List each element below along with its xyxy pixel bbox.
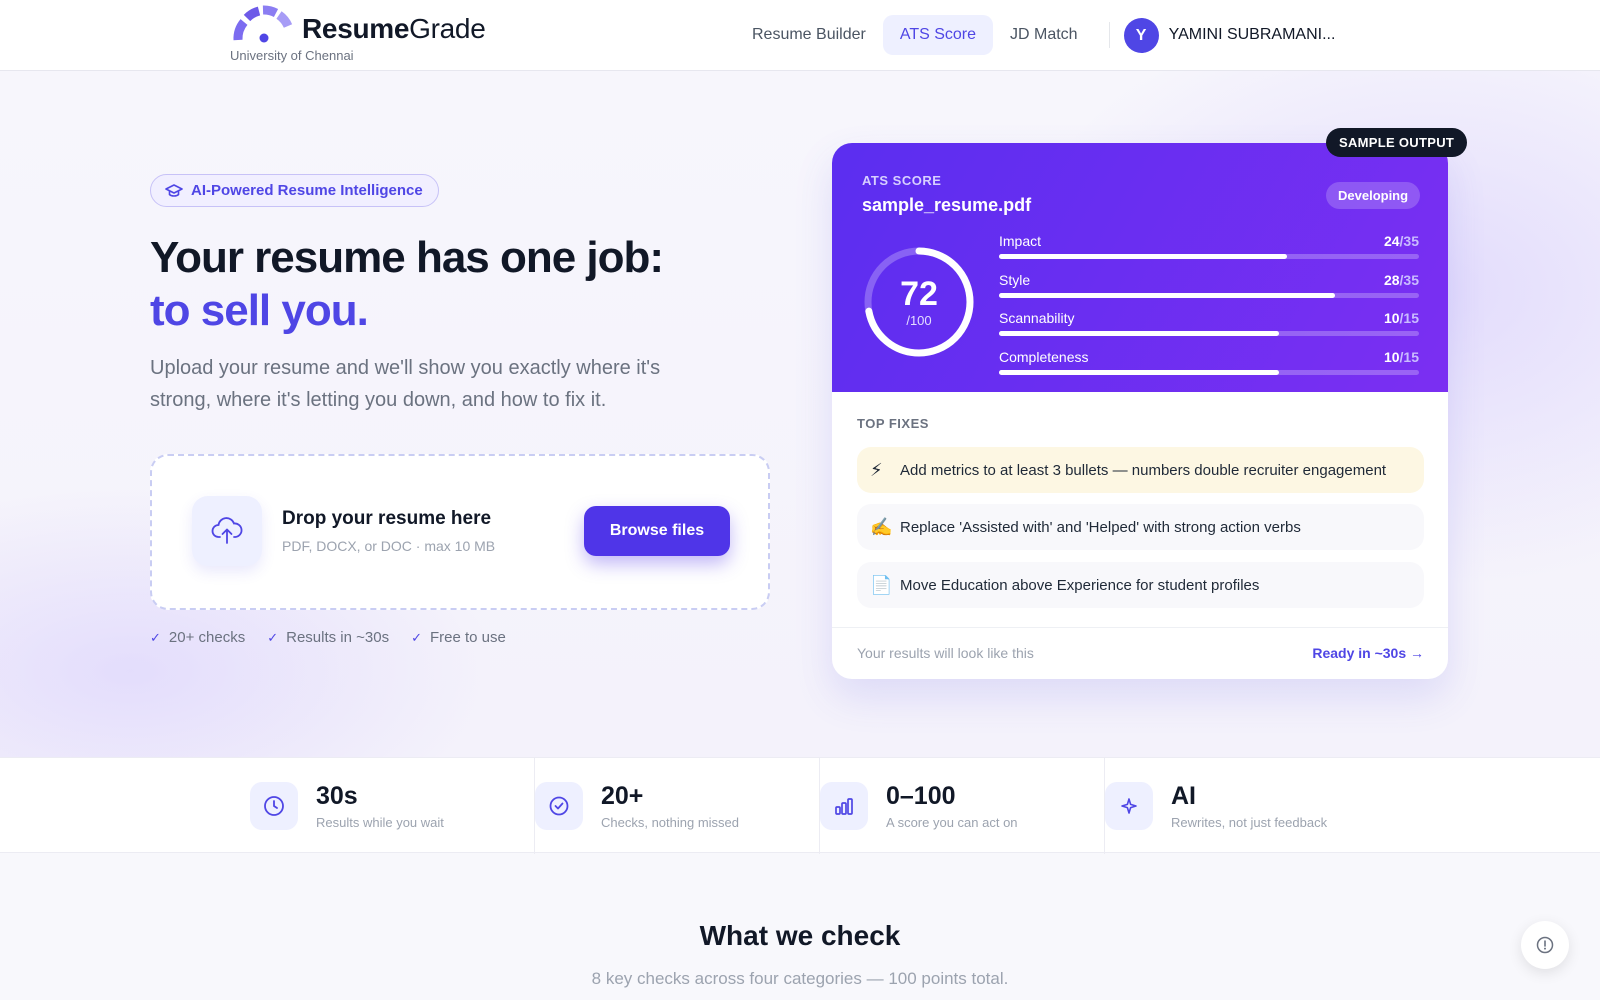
- user-menu[interactable]: Y YAMINI SUBRAMANI...: [1123, 17, 1336, 53]
- lightning-icon: ⚡: [870, 459, 883, 480]
- metric-bar-fill: [999, 293, 1335, 298]
- brand-institution: University of Chennai: [230, 48, 354, 63]
- hero-headline: Your resume has one job: to sell you.: [150, 231, 664, 337]
- stat-item: 0–100 A score you can act on: [820, 758, 1105, 854]
- resume-dropzone[interactable]: Drop your resume here PDF, DOCX, or DOC …: [150, 454, 770, 610]
- score-value: 72: [900, 275, 938, 313]
- brand-name: ResumeGrade: [302, 13, 486, 44]
- avatar: Y: [1123, 17, 1159, 53]
- metric-completeness: Completeness 10/15: [999, 349, 1419, 379]
- sample-score-card: ATS SCORE sample_resume.pdf Developing 7…: [832, 143, 1448, 679]
- check-item: ✓ Free to use: [411, 629, 506, 646]
- headline-line-1: Your resume has one job:: [150, 233, 664, 282]
- logo-gauge-icon: [233, 5, 293, 43]
- checkmark-icon: ✓: [411, 629, 422, 645]
- score-card-footer: Your results will look like this Ready i…: [832, 627, 1448, 679]
- check-item: ✓ Results in ~30s: [267, 629, 390, 646]
- fix-item: ⚡ Add metrics to at least 3 bullets — nu…: [857, 447, 1424, 493]
- stat-item: 30s Results while you wait: [250, 758, 535, 854]
- headline-line-2: to sell you.: [150, 286, 369, 335]
- metric-bar-fill: [999, 370, 1280, 375]
- user-name: YAMINI SUBRAMANI...: [1168, 26, 1336, 43]
- stats-strip: 30s Results while you wait 20+ Checks, n…: [0, 757, 1600, 854]
- top-header: ResumeGrade University of Chennai Resume…: [0, 0, 1600, 71]
- info-icon: [1536, 936, 1554, 954]
- score-gauge: 72 /100: [862, 245, 976, 359]
- metric-scannability: Scannability 10/15: [999, 310, 1419, 340]
- score-card-header: ATS SCORE sample_resume.pdf Developing 7…: [832, 143, 1448, 392]
- file-name: sample_resume.pdf: [862, 195, 1032, 215]
- fix-item: 📄 Move Education above Experience for st…: [857, 562, 1424, 608]
- metric-impact: Impact 24/35: [999, 233, 1419, 263]
- status-badge: Developing: [1326, 182, 1421, 209]
- dropzone-title: Drop your resume here: [282, 508, 492, 529]
- nav-ats-score[interactable]: ATS Score: [882, 15, 993, 55]
- pill-label: AI-Powered Resume Intelligence: [191, 182, 423, 199]
- check-item: ✓ 20+ checks: [150, 629, 246, 646]
- document-icon: 📄: [870, 574, 893, 595]
- what-we-check-title: What we check: [699, 920, 901, 951]
- nav-jd-match[interactable]: JD Match: [993, 15, 1095, 55]
- bar-chart-icon: [820, 782, 868, 830]
- checkmark-icon: ✓: [267, 629, 279, 645]
- metric-bar-fill: [999, 331, 1280, 336]
- metric-bar-fill: [999, 254, 1288, 259]
- sample-output-badge: SAMPLE OUTPUT: [1326, 128, 1468, 157]
- graduation-cap-icon: [165, 183, 183, 198]
- hero-subtext: Upload your resume and we'll show you ex…: [150, 357, 661, 411]
- score-max: /100: [906, 313, 932, 328]
- writing-hand-icon: ✍️: [870, 516, 893, 537]
- feature-checks: ✓ 20+ checks ✓ Results in ~30s ✓ Free to us…: [150, 629, 528, 646]
- top-fixes-title: TOP FIXES: [857, 416, 929, 431]
- fix-item: ✍️ Replace 'Assisted with' and 'Helped' …: [857, 504, 1424, 550]
- nav-divider: [1108, 22, 1110, 48]
- browse-files-button[interactable]: Browse files: [584, 506, 730, 556]
- clock-icon: [250, 782, 298, 830]
- ai-powered-pill: AI-Powered Resume Intelligence: [150, 174, 439, 207]
- help-button[interactable]: [1521, 921, 1569, 969]
- ready-link[interactable]: Ready in ~30s →: [1312, 645, 1424, 661]
- footer-note: Your results will look like this: [857, 645, 1034, 661]
- ats-score-label: ATS SCORE: [862, 173, 942, 188]
- main-nav: Resume Builder ATS Score JD Match Y YAMI…: [738, 15, 1335, 55]
- stat-item: 20+ Checks, nothing missed: [535, 758, 820, 854]
- stat-item: AI Rewrites, not just feedback: [1105, 758, 1390, 854]
- dropzone-subtitle: PDF, DOCX, or DOC · max 10 MB: [282, 538, 496, 554]
- sparkle-icon: [1105, 782, 1153, 830]
- what-we-check-subtitle: 8 key checks across four categories — 10…: [591, 969, 1009, 988]
- brand-logo[interactable]: ResumeGrade University of Chennai: [230, 4, 492, 64]
- cloud-upload-icon: [192, 496, 262, 566]
- hero-section: AI-Powered Resume Intelligence Your resu…: [0, 71, 1600, 757]
- nav-resume-builder[interactable]: Resume Builder: [738, 15, 883, 55]
- check-circle-icon: [535, 782, 583, 830]
- metric-style: Style 28/35: [999, 272, 1419, 302]
- checkmark-icon: ✓: [150, 629, 161, 645]
